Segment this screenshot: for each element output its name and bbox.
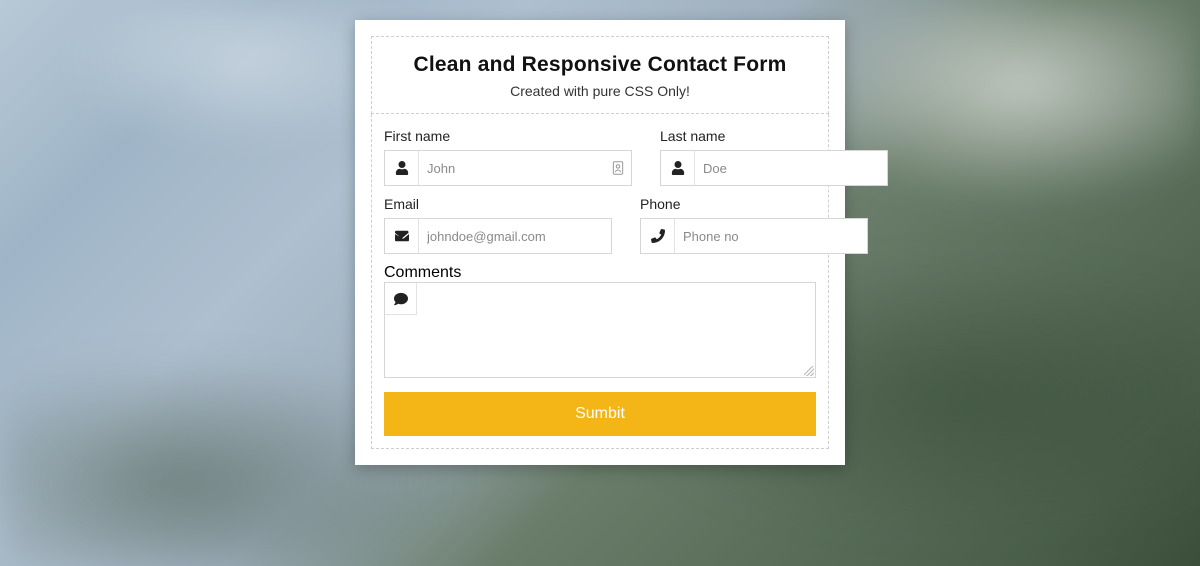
field-first-name: First name — [384, 128, 632, 186]
first-name-input-wrap — [384, 150, 632, 186]
comments-input[interactable] — [385, 283, 815, 377]
row-contact: Email Phone — [384, 196, 816, 254]
comments-label: Comments — [384, 264, 461, 281]
phone-label: Phone — [640, 196, 868, 212]
last-name-input-wrap — [660, 150, 888, 186]
last-name-label: Last name — [660, 128, 888, 144]
form-subtitle: Created with pure CSS Only! — [384, 83, 816, 99]
email-label: Email — [384, 196, 612, 212]
form-body: First name Last name — [371, 114, 829, 449]
first-name-label: First name — [384, 128, 632, 144]
last-name-input[interactable] — [695, 151, 887, 185]
email-input-wrap — [384, 218, 612, 254]
row-name: First name Last name — [384, 128, 816, 186]
first-name-input[interactable] — [419, 151, 611, 185]
comment-icon — [385, 283, 417, 315]
submit-button[interactable]: Sumbit — [384, 392, 816, 436]
phone-input-wrap — [640, 218, 868, 254]
field-phone: Phone — [640, 196, 868, 254]
form-header: Clean and Responsive Contact Form Create… — [371, 36, 829, 114]
resize-grip-icon[interactable] — [804, 366, 814, 376]
envelope-icon — [385, 219, 419, 253]
comments-input-wrap — [384, 282, 816, 378]
field-comments: Comments — [384, 264, 816, 378]
phone-icon — [641, 219, 675, 253]
field-email: Email — [384, 196, 612, 254]
phone-input[interactable] — [675, 219, 867, 253]
form-title: Clean and Responsive Contact Form — [384, 53, 816, 77]
contact-card-icon — [611, 151, 631, 185]
user-icon — [385, 151, 419, 185]
contact-form-card: Clean and Responsive Contact Form Create… — [355, 20, 845, 465]
email-input[interactable] — [419, 219, 611, 253]
field-last-name: Last name — [660, 128, 888, 186]
user-icon — [661, 151, 695, 185]
